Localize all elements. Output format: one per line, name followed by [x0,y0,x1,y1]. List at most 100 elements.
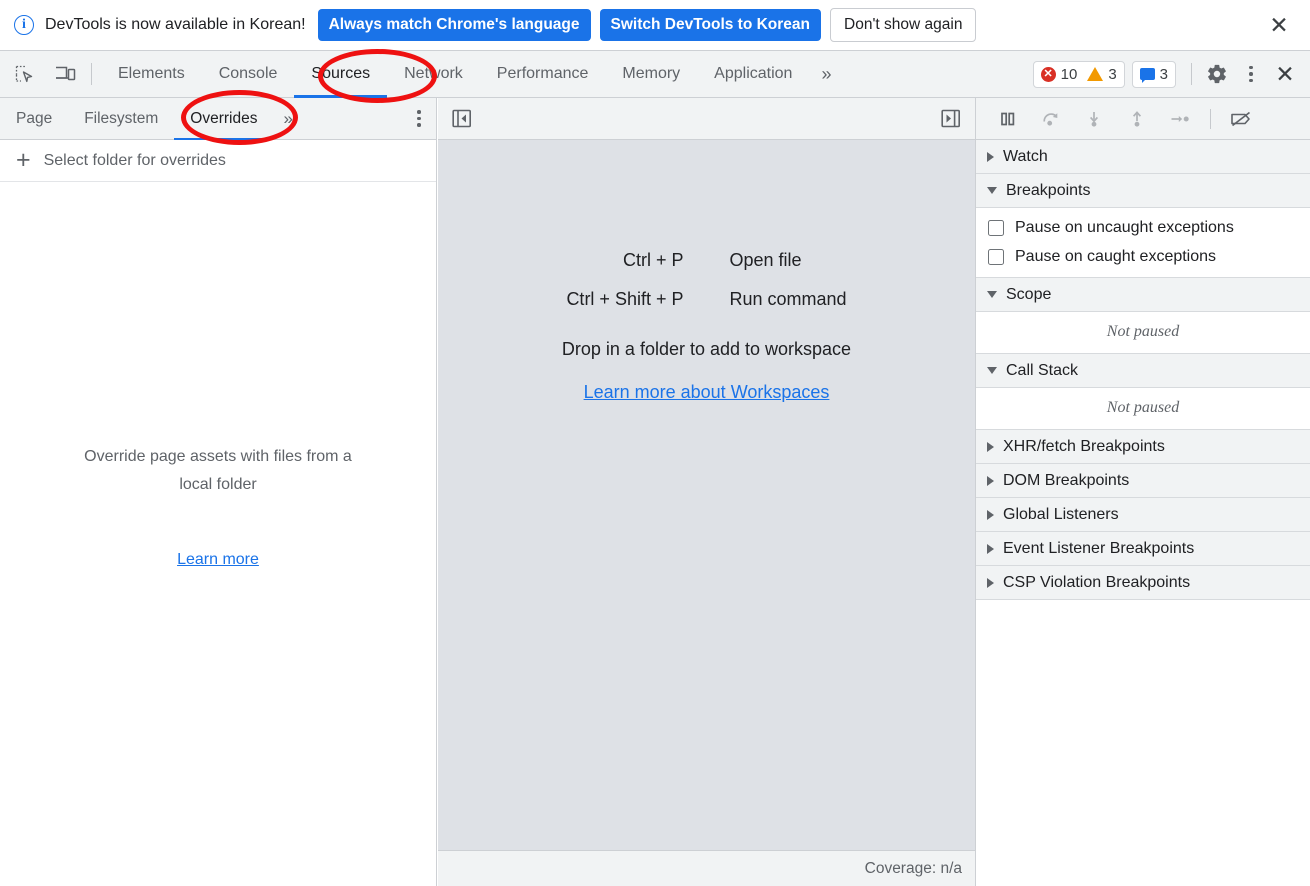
tab-memory[interactable]: Memory [605,51,697,98]
main-toolbar: Elements Console Sources Network Perform… [0,51,1310,98]
navigator-tab-filesystem[interactable]: Filesystem [68,98,174,140]
debugger-panel: Watch Breakpoints Pause on uncaught exce… [975,98,1310,886]
learn-more-workspaces-link[interactable]: Learn more about Workspaces [584,382,830,403]
inspect-element-icon[interactable] [7,59,41,89]
tab-application[interactable]: Application [697,51,809,98]
overrides-learn-more-link[interactable]: Learn more [177,551,259,569]
editor-panel: Ctrl + P Open file Ctrl + Shift + P Run … [438,98,975,886]
pause-caught-exceptions-label: Pause on caught exceptions [1015,247,1217,265]
step-over-icon[interactable] [1031,104,1071,134]
section-watch-title: Watch [1003,147,1048,165]
pause-uncaught-exceptions-row[interactable]: Pause on uncaught exceptions [976,213,1310,242]
chevron-down-icon [987,187,997,194]
section-breakpoints-title: Breakpoints [1006,181,1091,199]
step-out-icon[interactable] [1117,104,1157,134]
overrides-empty-line1: Override page assets with files from a [84,448,352,465]
step-into-icon[interactable] [1074,104,1114,134]
deactivate-breakpoints-icon[interactable] [1221,104,1261,134]
debugger-toolbar-divider [1210,108,1211,129]
error-counter[interactable]: ✕ 10 [1040,65,1078,83]
warning-icon [1087,67,1104,81]
chevron-double-right-icon[interactable]: » [809,64,843,85]
warning-counter[interactable]: 3 [1087,65,1117,83]
tab-elements[interactable]: Elements [101,51,202,98]
toolbar-divider-right [1191,63,1192,85]
message-counter[interactable]: 3 [1139,65,1168,83]
overrides-empty-line2: local folder [179,476,257,493]
section-call-stack-title: Call Stack [1006,361,1079,379]
section-global-listeners-title: Global Listeners [1003,505,1119,523]
error-icon: ✕ [1040,66,1056,82]
shortcut-desc-run-command: Run command [729,289,847,309]
chevron-right-icon [987,475,994,486]
message-icon [1139,68,1155,83]
section-watch[interactable]: Watch [976,140,1310,174]
navigator-panel: Page Filesystem Overrides » + Select fol… [0,98,437,886]
section-call-stack[interactable]: Call Stack [976,354,1310,388]
navigator-chevron-double-right-icon[interactable]: » [273,98,302,139]
drop-folder-hint: Drop in a folder to add to workspace [561,339,852,359]
dont-show-again-button[interactable]: Don't show again [830,8,977,42]
devtools-window: i DevTools is now available in Korean! A… [0,0,1310,886]
editor-empty-state: Ctrl + P Open file Ctrl + Shift + P Run … [438,140,975,850]
issue-counters[interactable]: ✕ 10 3 [1032,60,1125,88]
message-count: 3 [1159,65,1168,83]
overrides-empty-state: Override page assets with files from a l… [0,443,436,569]
switch-to-korean-button[interactable]: Switch DevTools to Korean [599,9,822,41]
editor-toolbar [438,98,975,140]
section-breakpoints[interactable]: Breakpoints [976,174,1310,208]
kebab-menu-icon[interactable] [1234,58,1268,90]
tab-network[interactable]: Network [387,51,480,98]
tab-performance[interactable]: Performance [480,51,606,98]
section-csp-violation-breakpoints[interactable]: CSP Violation Breakpoints [976,566,1310,600]
scope-not-paused-text: Not paused [976,312,1310,354]
chevron-right-icon [987,543,994,554]
chevron-right-icon [987,441,994,452]
breakpoints-body: Pause on uncaught exceptions Pause on ca… [976,208,1310,278]
shortcut-key-open-file: Ctrl + P [622,250,684,270]
section-global-listeners[interactable]: Global Listeners [976,498,1310,532]
notification-message: DevTools is now available in Korean! [45,16,306,33]
always-match-language-button[interactable]: Always match Chrome's language [317,9,591,41]
section-event-listener-breakpoints-title: Event Listener Breakpoints [1003,539,1195,557]
navigator-kebab-menu-icon[interactable] [402,98,436,139]
pause-uncaught-exceptions-checkbox[interactable] [988,219,1004,236]
navigator-tab-page[interactable]: Page [0,98,68,140]
error-count: 10 [1060,65,1078,83]
section-xhr-fetch-breakpoints[interactable]: XHR/fetch Breakpoints [976,430,1310,464]
pause-uncaught-exceptions-label: Pause on uncaught exceptions [1015,218,1234,236]
coverage-status-bar: Coverage: n/a [438,850,975,886]
panel-tabs: Elements Console Sources Network Perform… [101,51,809,98]
chevron-right-icon [987,577,994,588]
tab-console[interactable]: Console [202,51,295,98]
debugger-toolbar [976,98,1310,140]
pause-caught-exceptions-checkbox[interactable] [988,248,1004,265]
message-counter-group[interactable]: 3 [1131,60,1176,88]
section-dom-breakpoints[interactable]: DOM Breakpoints [976,464,1310,498]
shortcut-key-run-command: Ctrl + Shift + P [566,289,684,309]
tab-sources[interactable]: Sources [294,51,387,98]
plus-icon: + [16,146,31,174]
navigator-tabs: Page Filesystem Overrides » [0,98,436,140]
language-notification-bar: i DevTools is now available in Korean! A… [0,0,1310,51]
info-circle-icon: i [14,15,34,35]
warning-count: 3 [1108,65,1117,83]
gear-icon[interactable] [1200,58,1234,90]
section-event-listener-breakpoints[interactable]: Event Listener Breakpoints [976,532,1310,566]
chevron-down-icon [987,291,997,298]
close-devtools-icon[interactable]: ✕ [1268,58,1302,90]
section-xhr-fetch-breakpoints-title: XHR/fetch Breakpoints [1003,437,1165,455]
pause-script-icon[interactable] [988,104,1028,134]
navigator-tab-overrides[interactable]: Overrides [174,98,274,140]
shortcut-desc-open-file: Open file [729,250,802,270]
chevron-right-icon [987,151,994,162]
chevron-down-icon [987,367,997,374]
pause-caught-exceptions-row[interactable]: Pause on caught exceptions [976,242,1310,271]
panel-collapse-left-icon[interactable] [449,107,475,131]
device-toolbar-icon[interactable] [48,59,82,89]
close-notification-icon[interactable]: ✕ [1262,8,1296,42]
section-scope[interactable]: Scope [976,278,1310,312]
select-folder-for-overrides-button[interactable]: + Select folder for overrides [0,140,436,182]
panel-collapse-right-icon[interactable] [938,107,964,131]
step-icon[interactable] [1160,104,1200,134]
